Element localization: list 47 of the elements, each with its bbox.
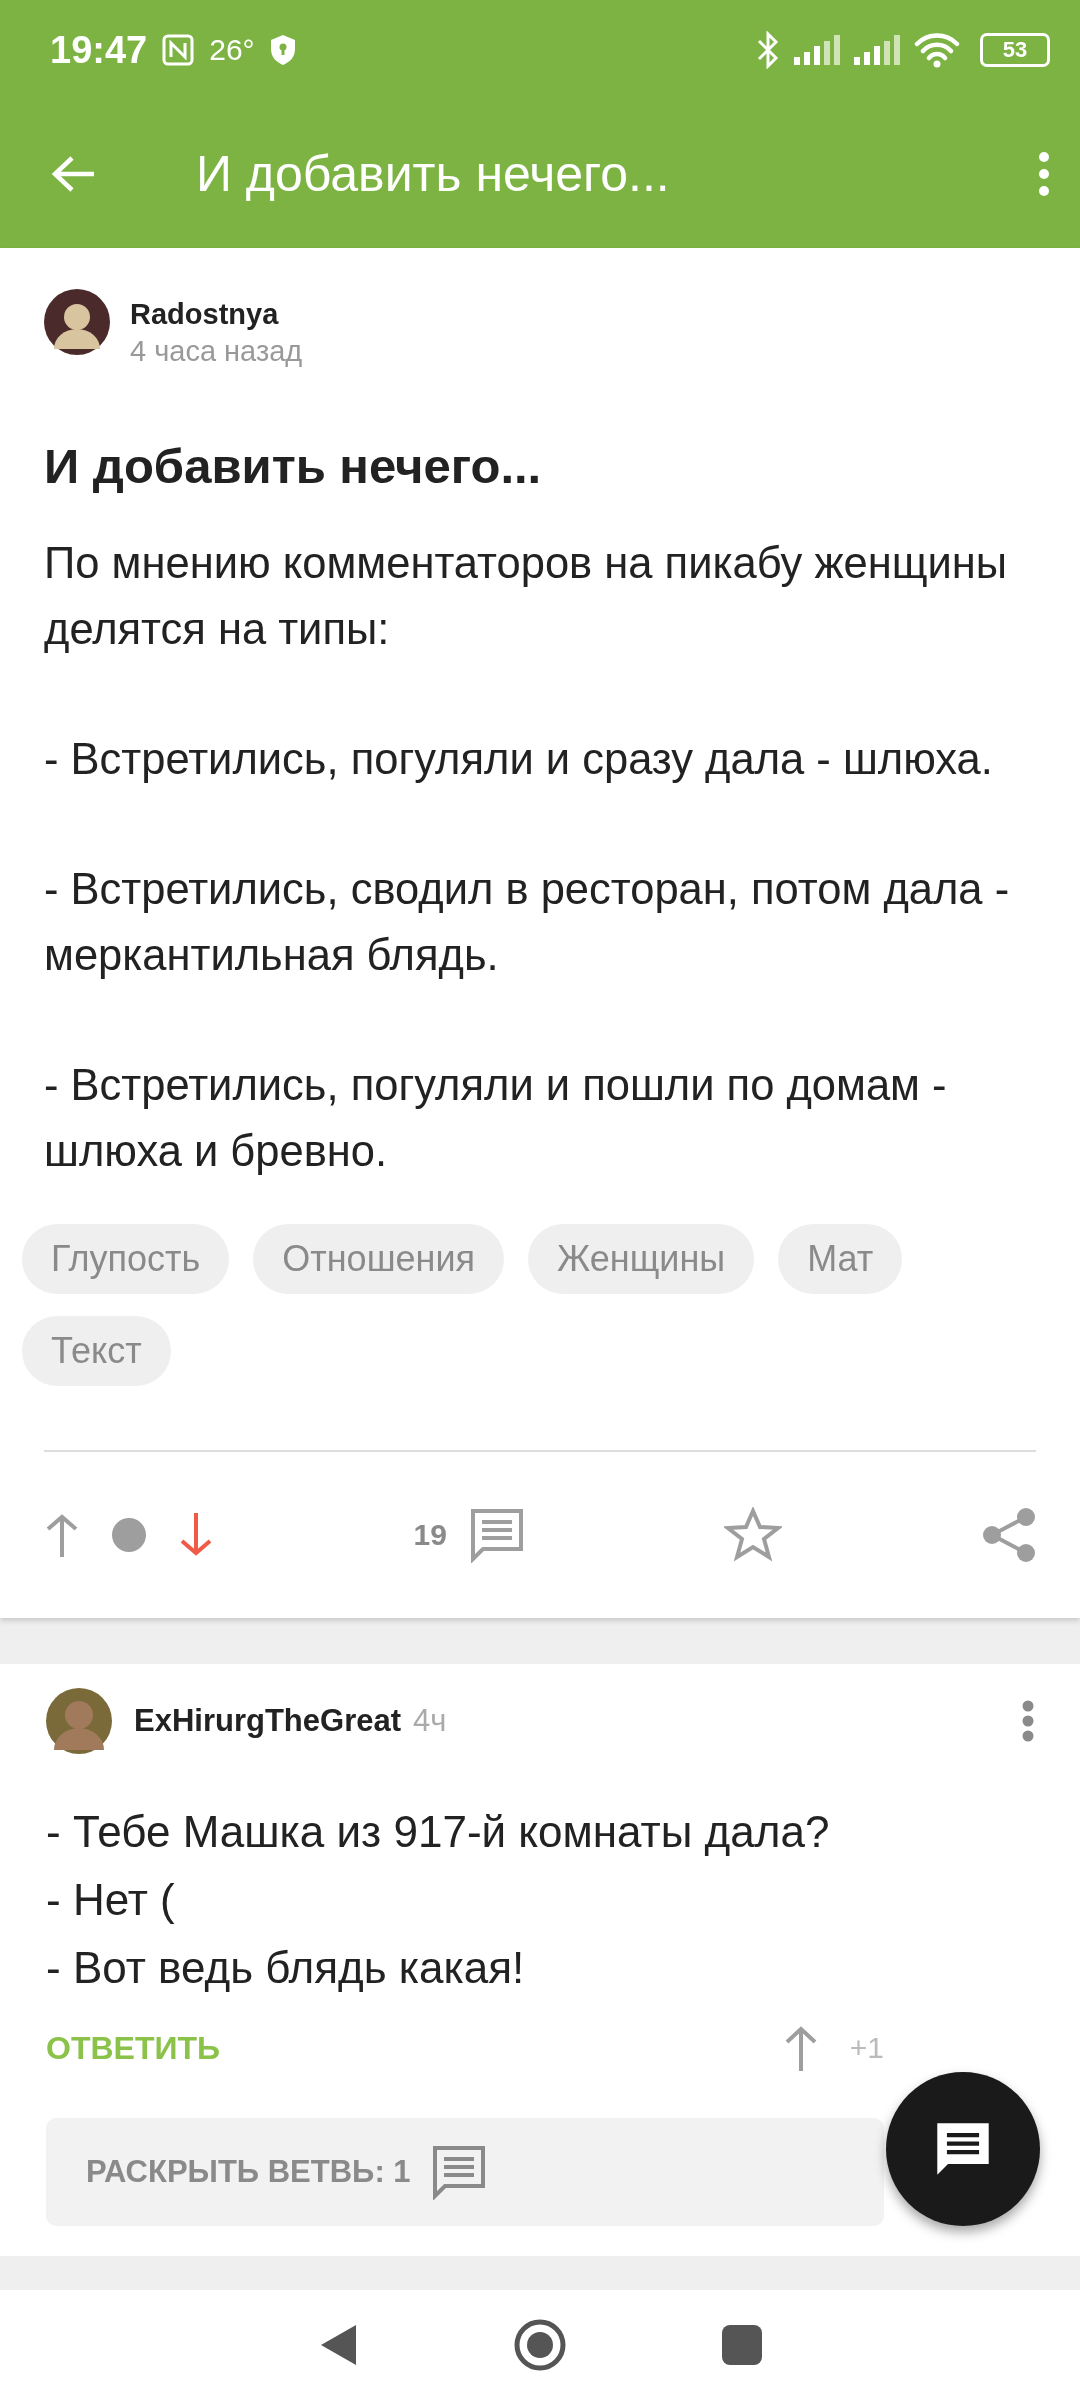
comments-icon xyxy=(430,2144,487,2200)
comment-text: - Нет ( xyxy=(46,1874,176,1926)
avatar-icon xyxy=(46,1688,112,1754)
post-paragraph: - Встретились, погуляли и сразу дала - шлюха. xyxy=(44,734,994,785)
nfc-icon xyxy=(161,33,196,67)
comments-count: 19 xyxy=(413,1518,447,1552)
share-button[interactable] xyxy=(982,1507,1036,1563)
downvote-button[interactable] xyxy=(178,1513,214,1557)
tag-chip[interactable]: Отношения xyxy=(253,1224,505,1294)
comments-button[interactable] xyxy=(468,1507,525,1563)
reply-button[interactable]: ОТВЕТИТЬ xyxy=(46,2029,220,2067)
post-title: И добавить нечего... xyxy=(44,438,543,494)
home-nav-button[interactable] xyxy=(513,2318,567,2372)
post-time: 4 часа назад xyxy=(130,335,303,368)
wifi-icon xyxy=(914,32,960,68)
expand-thread-label: РАСКРЫТЬ ВЕТВЬ: 1 xyxy=(86,2154,411,2190)
signal-icon xyxy=(794,35,840,65)
upvote-button[interactable] xyxy=(44,1513,80,1557)
tag-chip[interactable]: Мат xyxy=(778,1224,903,1294)
comment-author[interactable]: ExHirurgTheGreat xyxy=(134,1703,401,1739)
battery-icon: 53 xyxy=(980,33,1050,67)
author-name[interactable]: Radostnya xyxy=(130,298,303,331)
recents-nav-button[interactable] xyxy=(722,2325,763,2365)
tag-chip[interactable]: Глупость xyxy=(22,1224,230,1294)
comment-time: 4ч xyxy=(413,1703,447,1739)
comment-text: - Тебе Машка из 917-й комнаты дала? xyxy=(46,1806,831,1858)
comment-rating: +1 xyxy=(849,2031,884,2065)
signal-icon xyxy=(854,35,900,65)
rating-hidden-icon xyxy=(112,1518,146,1552)
more-button[interactable] xyxy=(1022,1700,1034,1742)
bluetooth-icon xyxy=(756,31,780,69)
avatar-icon xyxy=(44,289,110,355)
comment-text: - Вот ведь блядь какая! xyxy=(46,1942,526,1994)
post-paragraph: - Встретились, погуляли и пошли по домам - шлюха и бревно. xyxy=(44,1060,948,1177)
app-bar-title: И добавить нечего... xyxy=(196,145,671,203)
save-button[interactable] xyxy=(724,1507,783,1563)
post-paragraph: - Встретились, сводил в ресторан, потом дала - меркантильная блядь. xyxy=(44,864,1011,981)
more-button[interactable] xyxy=(1038,151,1050,197)
back-button[interactable] xyxy=(50,154,96,194)
tag-chip[interactable]: Женщины xyxy=(528,1224,755,1294)
temperature: 26° xyxy=(209,33,255,67)
shield-icon xyxy=(268,34,297,66)
upvote-button[interactable] xyxy=(783,2025,818,2071)
post-paragraph: По мнению комментаторов на пикабу женщины делятся на типы: xyxy=(44,538,1009,655)
tag-chip[interactable]: Текст xyxy=(22,1316,171,1386)
status-time: 19:47 xyxy=(50,28,148,72)
expand-thread-button[interactable]: РАСКРЫТЬ ВЕТВЬ: 1 xyxy=(46,2118,884,2226)
